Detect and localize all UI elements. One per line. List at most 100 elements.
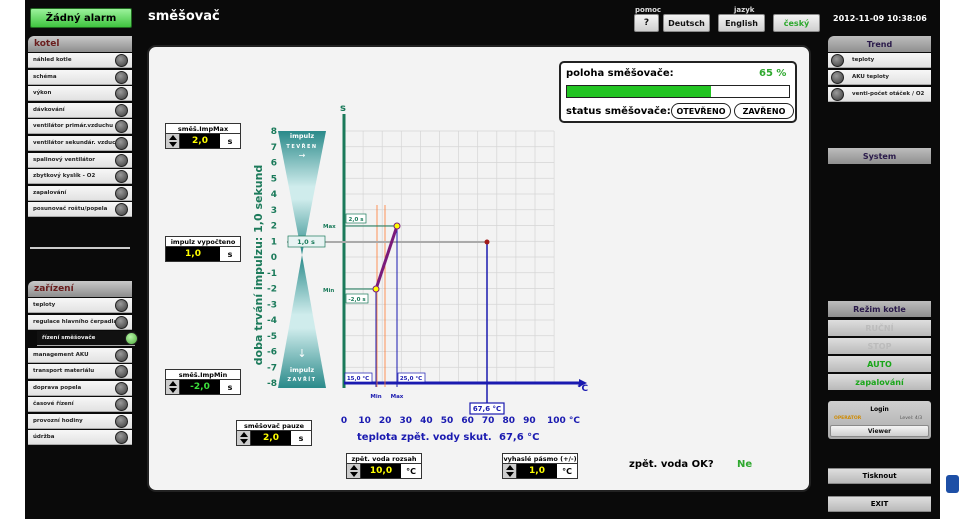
status-knob-icon (831, 54, 844, 67)
open-impulse-label: impulz (290, 132, 315, 140)
status-knob-icon (115, 365, 128, 378)
kotel-item-label: schéma (33, 73, 57, 80)
kotel-section-title: kotel (28, 36, 132, 52)
zarizeni-item-label: časové řízení (33, 401, 74, 407)
mode-stop-button[interactable]: STOP (828, 338, 931, 354)
trend-item-label: AKU teploty (852, 74, 889, 80)
y-tick-label: 1 (271, 237, 277, 247)
y-tick-label: -6 (267, 348, 277, 358)
trend-item-label: venti-počet otáček / O2 (852, 91, 925, 97)
lang-deutsch-button[interactable]: Deutsch (663, 14, 710, 32)
x-axis-title: teplota zpět. vody skut. (357, 431, 492, 443)
zarizeni-item-label: regulace hlavního čerpadla (33, 318, 118, 325)
zarizeni-item-label: management AKU (33, 351, 89, 358)
status-knob-icon (115, 431, 128, 444)
viewer-button[interactable]: Viewer (830, 425, 929, 437)
xmax-value: 25,0 °C (400, 376, 422, 382)
xmin-tag: Min (370, 394, 381, 400)
x-current-value: 67,6 °C (499, 432, 540, 443)
status-knob-icon (115, 186, 128, 200)
y-tick-label: 6 (271, 159, 277, 169)
status-knob-icon (831, 71, 844, 84)
curve-max-point (393, 222, 401, 230)
status-knob-icon (115, 398, 128, 411)
datetime-display: 2012-11-09 10:38:06 (833, 14, 927, 23)
y-tick-label: 0 (271, 253, 277, 263)
x-tick-label: 90 (523, 416, 536, 426)
status-knob-icon (115, 414, 128, 428)
kotel-item-label: spalinový ventilátor (33, 156, 95, 163)
up-arrow-icon: → (299, 151, 306, 160)
y-tick-label: -1 (267, 269, 277, 279)
kotel-item-label: zapalování (33, 189, 67, 196)
y-tick-label: 3 (271, 206, 277, 216)
mode-manual-button[interactable]: RUČNÍ (828, 320, 931, 336)
cursor-value: 67,6 °C (473, 405, 501, 413)
zarizeni-item-label: doprava popela (33, 384, 82, 391)
y-tick-label: 8 (271, 127, 277, 137)
x-tick-label: 0 (341, 416, 347, 426)
mode-auto-button[interactable]: AUTO (828, 356, 931, 372)
kotel-item-label: zbytkový kyslík - O2 (33, 173, 96, 180)
lang-czech-button[interactable]: český (773, 14, 820, 32)
y-tick-label: -3 (267, 300, 277, 310)
close-impulse-label: impulz (290, 366, 315, 374)
x-tick-label: 50 (441, 416, 454, 426)
max-value: 2,0 s (349, 217, 365, 223)
page-title: směšovač (148, 9, 220, 24)
x-tick-label: 10 (358, 416, 371, 426)
print-button[interactable]: Tisknout (828, 468, 931, 484)
current-impulse-value: 1,0 s (297, 238, 315, 246)
kotel-item-label: dávkování (33, 106, 65, 113)
help-button[interactable]: ? (634, 14, 659, 32)
zarizeni-item-label: provozní hodiny (33, 417, 83, 424)
y-tick-label: -7 (267, 363, 277, 373)
open-impulse-sub: TEVŘEN (286, 143, 317, 150)
taskbar-app-icon[interactable] (946, 475, 959, 493)
zarizeni-item-label: údržba (33, 434, 55, 440)
status-knob-icon (115, 54, 128, 67)
y-tick-label: -2 (267, 285, 277, 295)
login-button[interactable]: Login (828, 406, 931, 413)
x-tick-label: 100 °C (547, 416, 580, 426)
login-box: Login OPERATOR Level: 4/3 Viewer (828, 401, 931, 439)
kotel-item-label: posunovač roštu/popela (33, 206, 108, 213)
x-tick-label: 70 (482, 416, 495, 426)
min-tag: Min (323, 288, 334, 294)
system-button[interactable]: System (828, 148, 931, 164)
y-tick-label: -4 (267, 316, 277, 326)
min-value: -2,0 s (348, 297, 366, 303)
down-arrow-icon: ↓ (297, 347, 306, 360)
status-knob-icon (125, 332, 138, 345)
zarizeni-item-label: transport materiálu (33, 368, 95, 374)
kotel-item-label: náhled kotle (33, 57, 72, 63)
close-impulse-sub: ZAVŘÍT (287, 375, 316, 383)
x-tick-labels: 0 10 20 30 40 50 60 70 80 90 100 °C (341, 416, 581, 426)
y-axis-title: doba trvání impulzu: 1,0 sekund (252, 165, 265, 366)
exit-button[interactable]: EXIT (828, 496, 931, 512)
y-tick-label: 5 (271, 174, 277, 184)
trend-section-title: Trend (828, 36, 931, 52)
user-level: Level: 4/3 (900, 416, 923, 421)
alarm-status-button[interactable]: Žádný alarm (30, 8, 132, 28)
zarizeni-item-label: řízení směšovače (42, 335, 96, 341)
trend-item-label: teploty (852, 57, 875, 63)
curve-min-point (372, 285, 380, 293)
x-unit-label: °C (577, 384, 589, 394)
mode-ignition-button[interactable]: zapalování (828, 374, 931, 390)
y-tick-label: 2 (271, 222, 277, 232)
zarizeni-item-label: teploty (33, 302, 56, 308)
status-knob-icon (831, 88, 844, 101)
impulse-chart: impulz TEVŘEN impulz ZAVŘÍT → ↓ doba trv… (252, 103, 589, 443)
mode-section-title: Režim kotle (828, 301, 931, 317)
lang-english-button[interactable]: English (718, 14, 765, 32)
divider (30, 247, 130, 249)
status-knob-icon (115, 137, 128, 150)
y-unit-label: s (340, 103, 346, 114)
zarizeni-item[interactable]: řízení směšovače (37, 331, 135, 346)
status-knob-icon (115, 299, 128, 312)
max-tag: Max (323, 224, 336, 230)
xmin-value: 15,0 °C (347, 376, 369, 382)
language-caption: jazyk (734, 6, 755, 14)
status-knob-icon (115, 103, 128, 117)
